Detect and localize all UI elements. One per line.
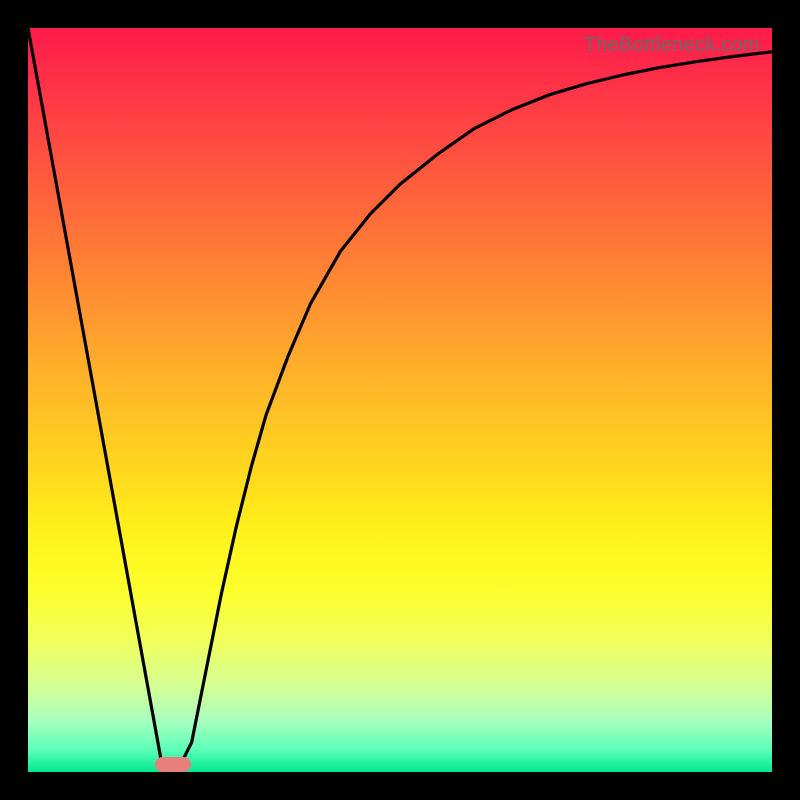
curve-layer (28, 28, 772, 772)
curve-path-right (177, 52, 772, 772)
optimal-marker (155, 757, 191, 772)
plot-area: TheBottleneck.com (28, 28, 772, 772)
curve-path-left (28, 28, 177, 772)
chart-frame: TheBottleneck.com (0, 0, 800, 800)
